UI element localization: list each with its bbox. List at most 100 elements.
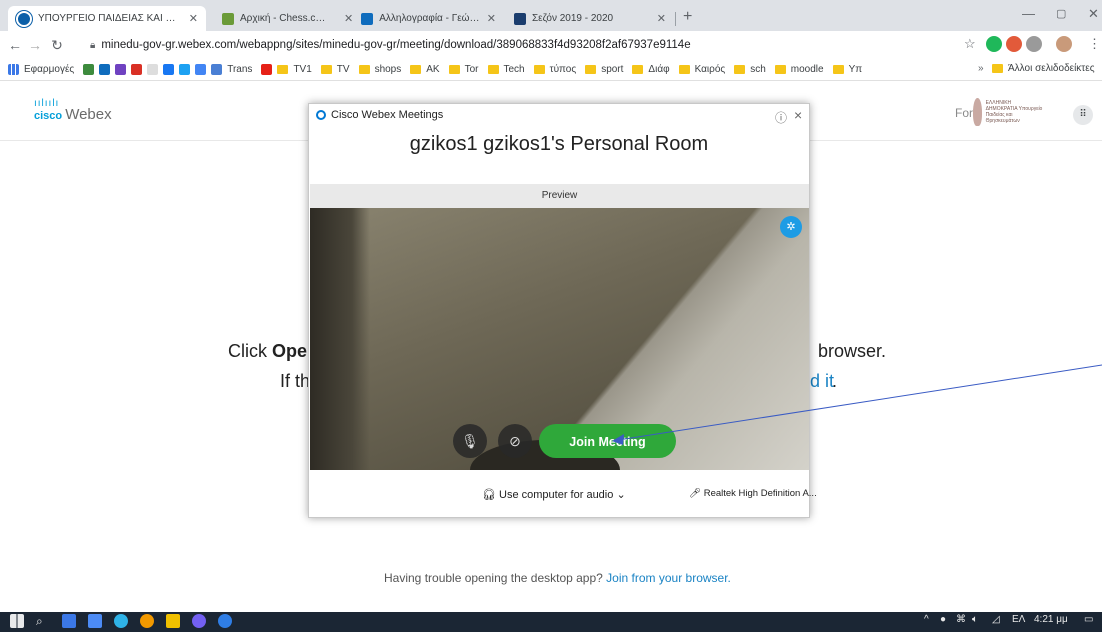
bookmark-icon[interactable] [147,64,159,75]
reload-icon[interactable]: ↻ [48,36,66,54]
bookmark-folder[interactable]: sport [585,64,623,75]
webex-taskbar-icon[interactable] [218,614,232,628]
viber-icon[interactable] [192,614,206,628]
room-name: gzikos1 gzikos1's Personal Room [409,133,709,155]
stop-video-button[interactable]: ⊘ [498,424,532,458]
lock-icon: 🔒︎ [90,39,96,51]
gmail-icon[interactable] [131,64,143,75]
close-tab-icon[interactable]: ✕ [344,12,353,25]
chevron-down-icon: ⌄ [616,489,626,501]
notifications-icon[interactable]: ▭ [1084,614,1093,625]
new-tab-button[interactable]: + [683,8,692,26]
folder-icon [410,65,422,74]
close-window-icon[interactable]: ✕ [1088,6,1099,22]
app-menu-icon[interactable]: ⠿ [1073,105,1093,125]
virtual-background-icon[interactable]: ✲ [780,216,802,238]
profile-avatar-icon[interactable] [1056,36,1072,52]
close-tab-icon[interactable]: ✕ [189,12,198,25]
bookmark-folder[interactable]: Υπ [832,64,863,75]
search-icon[interactable]: ⌕ [36,614,43,629]
chrome-icon[interactable] [140,614,154,628]
bookmark-label: Tor [464,64,479,75]
tab-minedu[interactable]: ΥΠΟΥΡΓΕΙΟ ΠΑΙΔΕΙΑΣ ΚΑΙ ΘΡΗΣΚ ✕ [8,6,206,31]
back-icon[interactable]: ← [6,36,24,54]
tab-mail[interactable]: ✕ Αλληλογραφία - Γεώργιος Ζήκος ✕ [336,6,504,31]
instruction-line-1: Click Ope [228,341,307,362]
close-tab-icon[interactable]: ✕ [487,12,496,25]
bookmark-folder[interactable]: moodle [774,64,824,75]
tray-overflow-icon[interactable]: ^ [924,614,929,625]
address-bar[interactable]: 🔒︎ minedu-gov-gr.webex.com/webappng/site… [90,35,960,55]
video-off-icon: ⊘ [509,433,521,449]
facebook-icon[interactable] [163,64,175,75]
bookmark-apps[interactable]: Εφαρμογές [8,64,74,75]
translate-icon [211,64,223,75]
audio-connection-dropdown[interactable]: 🎧︎ Use computer for audio ⌄ [482,488,626,501]
bookmark-folder[interactable]: shops [358,64,402,75]
folder-icon [632,65,644,74]
bookmark-label: sch [750,64,766,75]
windows-start-icon[interactable] [10,614,24,628]
bookmark-folder[interactable]: Tor [448,64,479,75]
tray-app-icon[interactable]: ● [940,614,946,625]
wifi-icon[interactable]: ◿ [992,614,1000,625]
download-link[interactable]: d it [810,371,834,392]
tab-chess[interactable]: Αρχική - Chess.com [214,6,336,31]
extension-icon[interactable] [1026,36,1042,52]
bookmarks-overflow-button[interactable]: » [978,63,984,74]
close-tab-icon[interactable]: ✕ [657,12,666,25]
mute-microphone-button[interactable]: 🎙︎ [453,424,487,458]
maximize-icon[interactable]: ▢ [1056,7,1066,20]
join-meeting-button[interactable]: Join Meeting [539,424,676,458]
join-from-browser-link[interactable]: Join from your browser. [606,571,731,585]
bookmark-trans[interactable]: Trans [211,64,252,75]
bookmark-folder[interactable]: TV1 [277,64,312,75]
bookmark-folder[interactable]: AK [410,64,440,75]
speaker-device-dropdown[interactable]: 🎤︎ Realtek High Definition A... [689,488,817,499]
owl-seal-icon [973,98,982,126]
bookmark-label: τύπος [549,64,577,75]
other-bookmarks[interactable]: Άλλοι σελιδοδείκτες [992,63,1095,74]
twitter-icon[interactable] [179,64,191,75]
minimize-icon[interactable]: — [1022,6,1035,21]
preview-label: Preview [310,184,809,208]
bookmark-icon[interactable] [83,64,95,75]
bookmark-label: AK [426,64,440,75]
taskbar-app-icon[interactable] [88,614,102,628]
volume-icon[interactable]: 🔈︎ [972,614,978,625]
bookmark-folder[interactable]: TV [320,64,350,75]
language-indicator[interactable]: ΕΛ [1012,614,1025,625]
ministry-logo: ΕΛΛΗΝΙΚΗ ΔΗΜΟΚΡΑΤΙΑ Υπουργείο Παιδείας κ… [973,96,1043,128]
word-icon[interactable] [62,614,76,628]
tray-network-icon[interactable]: ⌘ [956,614,966,625]
youtube-icon[interactable] [261,64,273,75]
help-icon[interactable]: ⓘ [775,109,787,126]
headset-icon: 🎧︎ [482,489,496,501]
bookmark-folder[interactable]: Tech [487,64,525,75]
bookmark-label: Υπ [848,64,863,75]
bookmark-icon[interactable] [99,64,111,75]
forward-icon[interactable]: → [26,36,44,54]
other-bookmarks-label: Άλλοι σελιδοδείκτες [1008,63,1095,74]
extension-icon[interactable] [986,36,1002,52]
url-text: minedu-gov-gr.webex.com/webappng/sites/m… [101,39,691,51]
bookmark-label: TV [336,64,350,75]
file-explorer-icon[interactable] [166,614,180,628]
browser-menu-icon[interactable]: ⋮ [1088,36,1101,52]
bookmark-label: shops [374,64,402,75]
google-icon[interactable] [195,64,207,75]
close-icon[interactable]: × [794,107,802,123]
bookmark-folder[interactable]: Διάφ [632,64,670,75]
bookmark-folder[interactable]: Καιρός [678,64,726,75]
bookmark-star-icon[interactable]: ☆ [964,36,976,52]
outlook-favicon-icon [361,12,374,25]
bookmark-folder[interactable]: sch [734,64,766,75]
tab-season[interactable]: Σεζόν 2019 - 2020 ✕ [506,6,674,31]
clock[interactable]: 4:21 μμ [1034,614,1068,625]
instruction-bold: Ope [272,341,308,361]
taskbar-app-icon[interactable] [114,614,128,628]
bookmark-label: Καιρός [694,64,726,75]
extension-icon[interactable] [1006,36,1022,52]
bookmark-folder[interactable]: τύπος [533,64,577,75]
bookmark-icon[interactable] [115,64,127,75]
